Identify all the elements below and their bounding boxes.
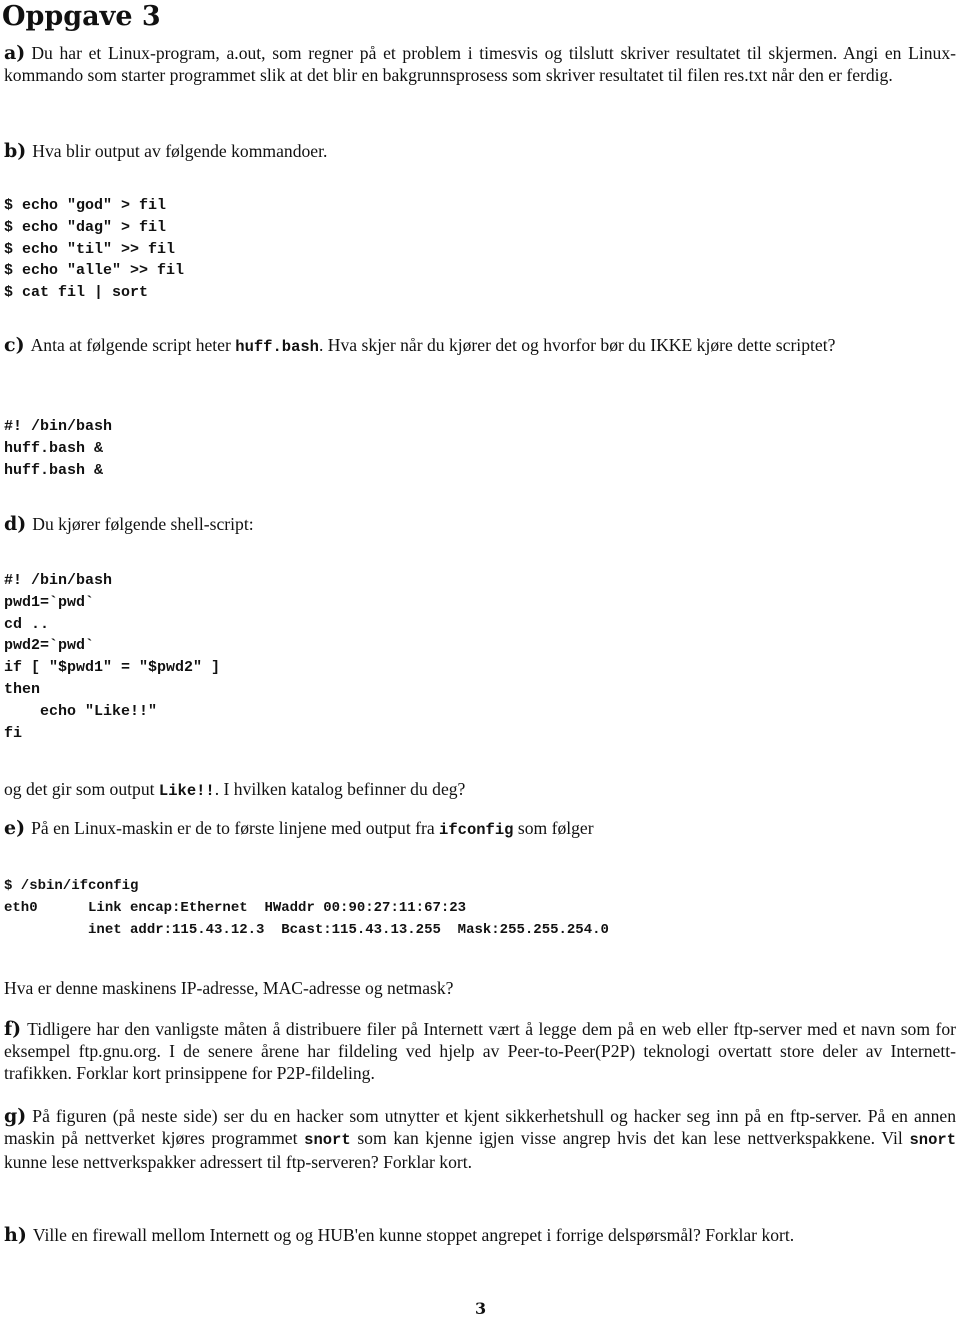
question-d-followup-before: og det gir som output (4, 779, 159, 799)
page-title: Oppgave 3 (2, 1, 161, 32)
code-block-c: #! /bin/bash huff.bash & huff.bash & (4, 416, 112, 481)
code-block-d: #! /bin/bash pwd1=`pwd` cd .. pwd2=`pwd` if … (4, 570, 220, 744)
code-line: echo "Like!!" (4, 702, 158, 720)
question-c-text-after: . Hva skjer når du kjører det og hvorfor… (318, 335, 836, 355)
question-g-text-2: som kan kjenne igjen visse angrep hvis d… (350, 1128, 910, 1148)
question-g-text-3: kunne lese nettverkspakker adressert til… (4, 1152, 473, 1172)
question-c: c) Anta at følgende script heter huff.bas… (4, 334, 956, 358)
code-line: eth0 Link encap:Ethernet HWaddr 00:90:27… (4, 899, 467, 916)
code-line: $ echo "alle" >> fil (4, 262, 185, 280)
code-line: if [ "$pwd1" = "$pwd2" ] (4, 659, 221, 677)
code-line: $ cat fil | sort (4, 284, 149, 302)
question-e-code-inline: ifconfig (439, 821, 514, 839)
question-a-label: a) (4, 42, 26, 64)
code-line: #! /bin/bash (4, 572, 113, 589)
question-c-code-inline: huff.bash (235, 338, 319, 356)
code-line: #! /bin/bash (4, 418, 113, 435)
code-line: then (4, 680, 41, 698)
code-line: cd .. (4, 615, 50, 633)
question-d: d) Du kjører følgende shell-script: (4, 513, 956, 535)
code-line: $ echo "til" >> fil (4, 240, 176, 258)
document-page: Oppgave 3 a) Du har et Linux-program, a.o… (0, 0, 960, 1322)
code-block-e: $ /sbin/ifconfig eth0 Link encap:Ethernet… (4, 876, 609, 941)
code-line: pwd2=`pwd` (4, 637, 95, 655)
question-c-text-before: Anta at følgende script heter (30, 335, 236, 355)
question-e: e) På en Linux-maskin er de to første lin… (4, 817, 956, 841)
question-e-text-after: som følger (513, 818, 594, 838)
code-line: huff.bash & (4, 439, 104, 457)
question-h-label: h) (4, 1224, 27, 1246)
code-block-b: $ echo "god" > fil $ echo "dag" > fil $ ec… (4, 195, 184, 304)
code-line: huff.bash & (4, 461, 104, 479)
question-g-code-1: snort (304, 1131, 351, 1149)
question-f-label: f) (4, 1018, 22, 1040)
code-line: $ echo "god" > fil (4, 197, 167, 214)
code-line: inet addr:115.43.12.3 Bcast:115.43.13.25… (4, 921, 609, 938)
question-e-followup: Hva er denne maskinens IP-adresse, MAC-a… (4, 978, 454, 998)
code-line: $ echo "dag" > fil (4, 218, 167, 236)
question-b-label: b) (4, 140, 27, 162)
question-f-text: Tidligere har den vanligste måten å dist… (4, 1019, 956, 1083)
page-number: 3 (475, 1299, 487, 1318)
question-g-label: g) (4, 1105, 27, 1127)
question-e-text-before: På en Linux-maskin er de to første linje… (31, 818, 440, 838)
question-d-followup: og det gir som output Like!!. I hvilken … (4, 778, 956, 802)
question-g-code-2: snort (909, 1131, 957, 1149)
question-e-label: e) (4, 817, 26, 839)
question-a-text: Du har et Linux-program, a.out, som regn… (4, 43, 956, 85)
code-line: pwd1=`pwd` (4, 593, 95, 611)
question-b-text: Hva blir output av følgende kommandoer. (32, 141, 328, 161)
question-d-followup-code: Like!! (158, 782, 215, 800)
code-line: fi (4, 724, 23, 742)
question-f: f) Tidligere har den vanligste måten å di… (4, 1018, 956, 1084)
question-g: g) På figuren (på neste side) ser du en h… (4, 1105, 956, 1173)
question-d-followup-after: . I hvilken katalog befinner du deg? (214, 779, 466, 799)
question-h: h) Ville en firewall mellom Internett og … (4, 1224, 956, 1246)
question-c-label: c) (4, 334, 25, 356)
question-a: a) Du har et Linux-program, a.out, som re… (4, 42, 956, 86)
code-line: $ /sbin/ifconfig (4, 878, 139, 894)
question-d-label: d) (4, 513, 27, 535)
question-h-text: Ville en firewall mellom Internett og og… (32, 1225, 795, 1245)
question-b: b) Hva blir output av følgende kommandoer… (4, 140, 956, 162)
question-d-text: Du kjører følgende shell-script: (32, 514, 254, 534)
